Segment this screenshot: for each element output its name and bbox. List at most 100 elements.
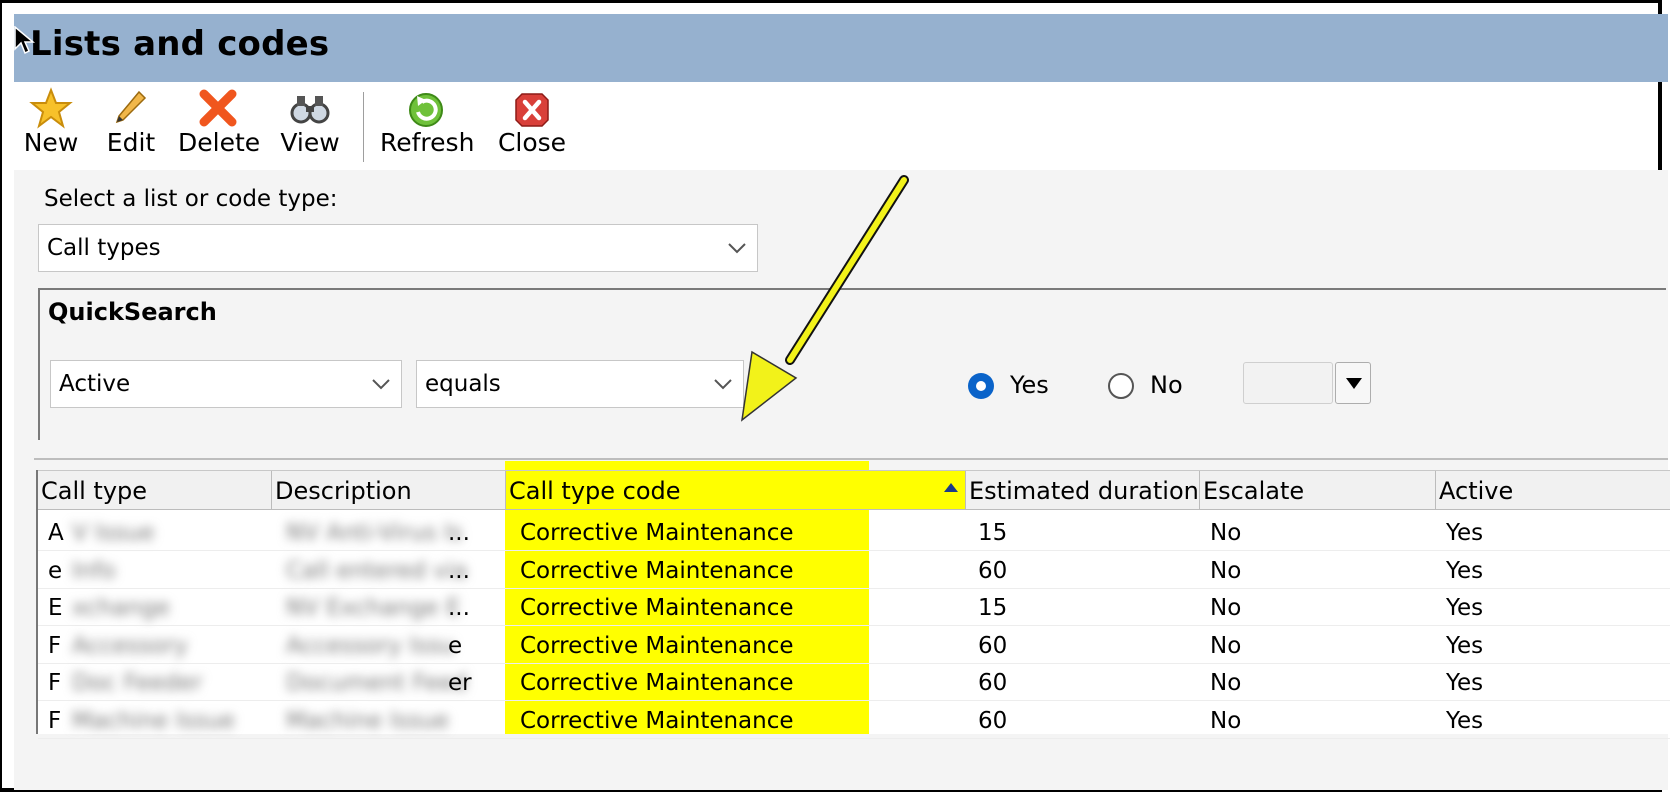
red-x-icon [199,89,237,127]
cell-active: Yes [1446,595,1484,621]
table-row[interactable]: e Info Call entered via... Corrective Maint… [38,552,1670,589]
quicksearch-operator-value: equals [425,371,501,397]
list-type-dropdown[interactable]: Call types [38,224,758,272]
sort-ascending-icon [944,483,958,492]
close-label: Close [497,128,567,157]
cell-call-type-code: Corrective Maintenance [520,520,794,546]
quicksearch-operator-dropdown[interactable]: equals [416,360,744,408]
cell-active: Yes [1446,707,1484,734]
column-header-call-type[interactable]: Call type [38,471,272,509]
edit-button[interactable]: Edit [104,86,158,157]
pencil-icon [115,90,147,124]
list-type-value: Call types [47,235,161,261]
value-picker-box[interactable] [1243,362,1333,404]
cell-call-type-code: Corrective Maintenance [520,595,794,621]
cell-active: Yes [1446,557,1484,584]
cell-escalate: No [1210,670,1242,696]
column-header-estimated-duration[interactable]: Estimated duration [966,471,1200,509]
cell-call-type-code: Corrective Maintenance [520,670,794,696]
value-picker[interactable] [1243,362,1371,404]
new-label: New [23,128,79,157]
table-row[interactable]: A V Issue NV Anti-Virus Is... Corrective Ma… [38,514,1670,551]
cell-description-tail: er [448,670,472,696]
column-header-escalate[interactable]: Escalate [1200,471,1436,509]
grid-header: Call type Description Call type code Est… [38,470,1670,510]
radio-selected-icon [968,373,994,399]
binoculars-icon [290,96,330,124]
cell-description-tail: ... [448,557,470,584]
cell-call-type: e [48,557,63,584]
cell-description-tail: ... [448,520,470,546]
toolbar-separator [363,92,364,162]
refresh-button[interactable]: Refresh [380,86,475,157]
cell-call-type-redacted: V Issue [72,520,155,546]
column-header-active[interactable]: Active [1436,471,1670,509]
table-row[interactable]: F Doc Feeder Document Feed er Corrective Mai… [38,664,1670,701]
cell-escalate: No [1210,595,1242,621]
quicksearch-field-dropdown[interactable]: Active [50,360,402,408]
column-header-description[interactable]: Description [272,471,506,509]
value-picker-dropdown-button[interactable] [1335,362,1371,404]
radio-no[interactable]: No [1108,371,1198,403]
mouse-cursor-icon [14,26,36,55]
cell-call-type-redacted: xchange [72,595,170,621]
view-button[interactable]: View [278,86,342,157]
column-header-call-type-code[interactable]: Call type code [506,471,966,509]
radio-no-label: No [1150,371,1183,399]
results-grid: Call type Description Call type code Est… [36,461,1670,739]
refresh-icon [409,93,443,127]
cell-call-type-code: Corrective Maintenance [520,707,794,734]
cell-call-type-redacted: Doc Feeder [72,670,203,696]
cell-escalate: No [1210,520,1242,546]
title-bar: Lists and codes [14,14,1668,82]
cell-description-redacted: Call entered via [286,557,468,584]
cell-description-redacted: Machine Issue [286,707,450,734]
table-row[interactable]: Exchange NV Exchange E... Corrective Maint… [38,589,1670,626]
cell-description-tail: e [448,632,463,659]
cell-description-redacted: NV Exchange E [286,595,461,621]
section-divider [34,458,1668,460]
cell-escalate: No [1210,707,1242,734]
table-row[interactable]: F Machine Issue Machine Issue Corrective Ma… [38,702,1670,739]
cell-estimated-duration: 60 [978,670,1008,696]
cell-escalate: No [1210,557,1242,584]
cell-estimated-duration: 15 [978,595,1008,621]
refresh-label: Refresh [380,128,475,157]
table-row[interactable]: F Accessory Accessory Issu e Corrective Main… [38,627,1670,664]
close-button[interactable]: Close [496,86,568,157]
cell-escalate: No [1210,632,1242,659]
delete-button[interactable]: Delete [178,86,260,157]
new-button[interactable]: New [16,86,86,157]
radio-yes[interactable]: Yes [968,371,1058,403]
cell-call-type: E [48,595,63,621]
chevron-down-icon [372,379,390,390]
radio-unselected-icon [1108,373,1134,399]
radio-yes-label: Yes [1010,371,1049,399]
cell-call-type-redacted: Info [72,557,116,584]
cell-estimated-duration: 15 [978,520,1008,546]
cell-estimated-duration: 60 [978,707,1008,734]
cell-call-type-code: Corrective Maintenance [520,632,794,659]
star-icon [29,87,73,129]
cell-description-redacted: Document Feed [286,670,468,696]
cell-description-tail: ... [448,595,470,621]
cell-call-type: F [48,707,62,734]
view-label: View [280,128,340,157]
cell-active: Yes [1446,670,1484,696]
cell-estimated-duration: 60 [978,557,1008,584]
cell-active: Yes [1446,632,1484,659]
row-separator [38,737,1670,739]
cell-estimated-duration: 60 [978,632,1008,659]
cell-call-type: A [48,520,64,546]
edit-label: Edit [106,128,156,157]
cell-call-type-redacted: Machine Issue [72,707,236,734]
close-icon [515,93,549,127]
cell-description-redacted: NV Anti-Virus Is [286,520,463,546]
dropdown-triangle-icon [1346,378,1362,389]
quicksearch-field-value: Active [59,371,131,397]
chevron-down-icon [728,243,746,254]
chevron-down-icon [714,379,732,390]
cell-call-type-code: Corrective Maintenance [520,557,794,584]
cell-call-type: F [48,632,62,659]
cell-call-type-redacted: Accessory [72,632,188,659]
